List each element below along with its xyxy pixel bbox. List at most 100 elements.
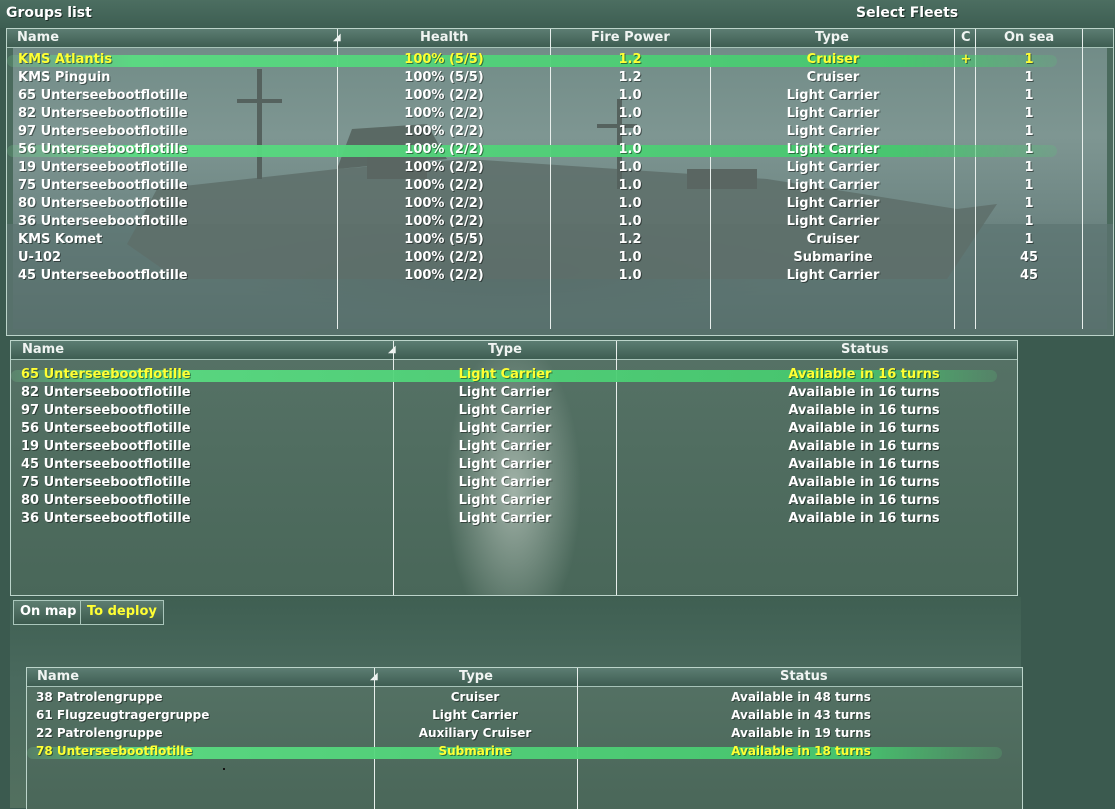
cell-health: 100% (5/5)	[404, 232, 484, 247]
cell-name: 80 Unterseebootflotille	[18, 196, 188, 211]
col-status-header[interactable]: Status	[780, 669, 828, 684]
col-name-header[interactable]: Name	[37, 669, 79, 684]
cell-health: 100% (2/2)	[404, 214, 484, 229]
table-row[interactable]: 65 Unterseebootflotille Light Carrier Avai…	[11, 366, 1017, 384]
cell-fire-power: 1.0	[618, 160, 642, 175]
table-row[interactable]: 82 Unterseebootflotille 100% (2/2) 1.0 Ligh…	[7, 105, 1077, 123]
cell-status: Available in 16 turns	[788, 385, 940, 400]
table-row[interactable]: KMS Atlantis 100% (5/5) 1.2 Cruiser +1	[7, 51, 1077, 69]
table-row[interactable]: 45 Unterseebootflotille 100% (2/2) 1.0 Ligh…	[7, 267, 1077, 285]
cell-fire-power: 1.0	[618, 214, 642, 229]
groups-list-panel: Name ◢ Health Fire Power Type C On sea K…	[6, 28, 1114, 336]
table-row[interactable]: 56 Unterseebootflotille Light Carrier Avai…	[11, 420, 1017, 438]
cell-name: 56 Unterseebootflotille	[18, 142, 188, 157]
col-health-header[interactable]: Health	[420, 30, 468, 45]
deploy-table-header: Name ◢ Type Status	[27, 668, 1022, 687]
cell-health: 100% (2/2)	[404, 142, 484, 157]
cell-name: KMS Atlantis	[18, 52, 113, 67]
cell-type: Cruiser	[806, 232, 860, 247]
table-row[interactable]: 97 Unterseebootflotille 100% (2/2) 1.0 Ligh…	[7, 123, 1077, 141]
cell-on-sea: 1	[1024, 232, 1034, 247]
cell-on-sea: 1	[1024, 196, 1034, 211]
cell-health: 100% (2/2)	[404, 160, 484, 175]
table-row[interactable]: U-102 100% (2/2) 1.0 Submarine 45	[7, 249, 1077, 267]
cell-name: 82 Unterseebootflotille	[18, 106, 188, 121]
table-row[interactable]: 82 Unterseebootflotille Light Carrier Avai…	[11, 384, 1017, 402]
table-row[interactable]: KMS Komet 100% (5/5) 1.2 Cruiser 1	[7, 231, 1077, 249]
table-row[interactable]: 19 Unterseebootflotille 100% (2/2) 1.0 Ligh…	[7, 159, 1077, 177]
table-row[interactable]: 78 Unterseebootflotille Submarine Availabl…	[27, 743, 1022, 761]
table-row[interactable]: 75 Unterseebootflotille Light Carrier Avai…	[11, 474, 1017, 492]
cell-name: 65 Unterseebootflotille	[21, 367, 191, 382]
cell-type: Submarine	[793, 250, 873, 265]
table-row[interactable]: 36 Unterseebootflotille Light Carrier Avai…	[11, 510, 1017, 528]
table-row[interactable]: 80 Unterseebootflotille Light Carrier Avai…	[11, 492, 1017, 510]
cell-type: Light Carrier	[458, 475, 552, 490]
cell-type: Light Carrier	[786, 214, 880, 229]
tab-on-map[interactable]: On map	[13, 600, 84, 625]
cell-fire-power: 1.2	[618, 70, 642, 85]
groups-list-title: Groups list	[6, 5, 92, 21]
cell-name: 36 Unterseebootflotille	[18, 214, 188, 229]
sort-arrow-icon[interactable]: ◢	[388, 344, 396, 355]
cell-type: Light Carrier	[786, 124, 880, 139]
cell-on-sea: 1	[1024, 178, 1034, 193]
cell-health: 100% (2/2)	[404, 250, 484, 265]
cell-type: Cruiser	[450, 690, 500, 704]
table-row[interactable]: 22 Patrolengruppe Auxiliary Cruiser Availa…	[27, 725, 1022, 743]
table-row[interactable]: 75 Unterseebootflotille 100% (2/2) 1.0 Ligh…	[7, 177, 1077, 195]
col-fire-power-header[interactable]: Fire Power	[591, 30, 670, 45]
cell-status: Available in 16 turns	[788, 367, 940, 382]
table-row[interactable]: 61 Flugzeugtragergruppe Light Carrier Avai…	[27, 707, 1022, 725]
cell-fire-power: 1.0	[618, 250, 642, 265]
cell-health: 100% (2/2)	[404, 268, 484, 283]
cell-health: 100% (2/2)	[404, 124, 484, 139]
table-row[interactable]: 97 Unterseebootflotille Light Carrier Avai…	[11, 402, 1017, 420]
table-row[interactable]: 80 Unterseebootflotille 100% (2/2) 1.0 Ligh…	[7, 195, 1077, 213]
col-status-header[interactable]: Status	[841, 342, 889, 357]
table-row[interactable]: 36 Unterseebootflotille 100% (2/2) 1.0 Ligh…	[7, 213, 1077, 231]
cell-name: 56 Unterseebootflotille	[21, 421, 191, 436]
cell-status: Available in 16 turns	[788, 475, 940, 490]
cell-health: 100% (2/2)	[404, 106, 484, 121]
cell-type: Light Carrier	[786, 142, 880, 157]
table-row[interactable]: 65 Unterseebootflotille 100% (2/2) 1.0 Ligh…	[7, 87, 1077, 105]
cell-status: Available in 16 turns	[788, 439, 940, 454]
cell-fire-power: 1.0	[618, 268, 642, 283]
cell-name: KMS Pinguin	[18, 70, 111, 85]
cell-type: Light Carrier	[458, 457, 552, 472]
col-name-header[interactable]: Name	[22, 342, 64, 357]
cell-status: Available in 16 turns	[788, 421, 940, 436]
col-type-header[interactable]: Type	[459, 669, 493, 684]
table-row[interactable]: 56 Unterseebootflotille 100% (2/2) 1.0 Ligh…	[7, 141, 1077, 159]
fleets-panel: Name ◢ Type Status 65 Unterseebootflotil…	[10, 340, 1018, 596]
table-row[interactable]: 45 Unterseebootflotille Light Carrier Avai…	[11, 456, 1017, 474]
table-row[interactable]: 38 Patrolengruppe Cruiser Available in 48 …	[27, 689, 1022, 707]
cell-name: 75 Unterseebootflotille	[21, 475, 191, 490]
cell-type: Light Carrier	[786, 178, 880, 193]
cell-fire-power: 1.0	[618, 106, 642, 121]
cell-on-sea: 1	[1024, 124, 1034, 139]
cell-on-sea: 1	[1024, 88, 1034, 103]
table-row[interactable]: KMS Pinguin 100% (5/5) 1.2 Cruiser 1	[7, 69, 1077, 87]
col-c-header[interactable]: C	[961, 30, 971, 45]
cell-name: KMS Komet	[18, 232, 103, 247]
cell-type: Submarine	[438, 744, 512, 758]
cell-name: 75 Unterseebootflotille	[18, 178, 188, 193]
cell-name: 45 Unterseebootflotille	[18, 268, 188, 283]
col-type-header[interactable]: Type	[488, 342, 522, 357]
cell-fire-power: 1.0	[618, 178, 642, 193]
cell-name: 80 Unterseebootflotille	[21, 493, 191, 508]
cell-health: 100% (2/2)	[404, 196, 484, 211]
table-row[interactable]: 19 Unterseebootflotille Light Carrier Avai…	[11, 438, 1017, 456]
cell-name: 97 Unterseebootflotille	[18, 124, 188, 139]
cell-health: 100% (5/5)	[404, 70, 484, 85]
cell-type: Light Carrier	[786, 106, 880, 121]
col-type-header[interactable]: Type	[815, 30, 849, 45]
tab-to-deploy[interactable]: To deploy	[80, 600, 164, 625]
cell-status: Available in 43 turns	[731, 708, 871, 722]
cell-health: 100% (2/2)	[404, 178, 484, 193]
cell-type: Light Carrier	[458, 421, 552, 436]
col-on-sea-header[interactable]: On sea	[1004, 30, 1054, 45]
col-name-header[interactable]: Name	[17, 30, 59, 45]
